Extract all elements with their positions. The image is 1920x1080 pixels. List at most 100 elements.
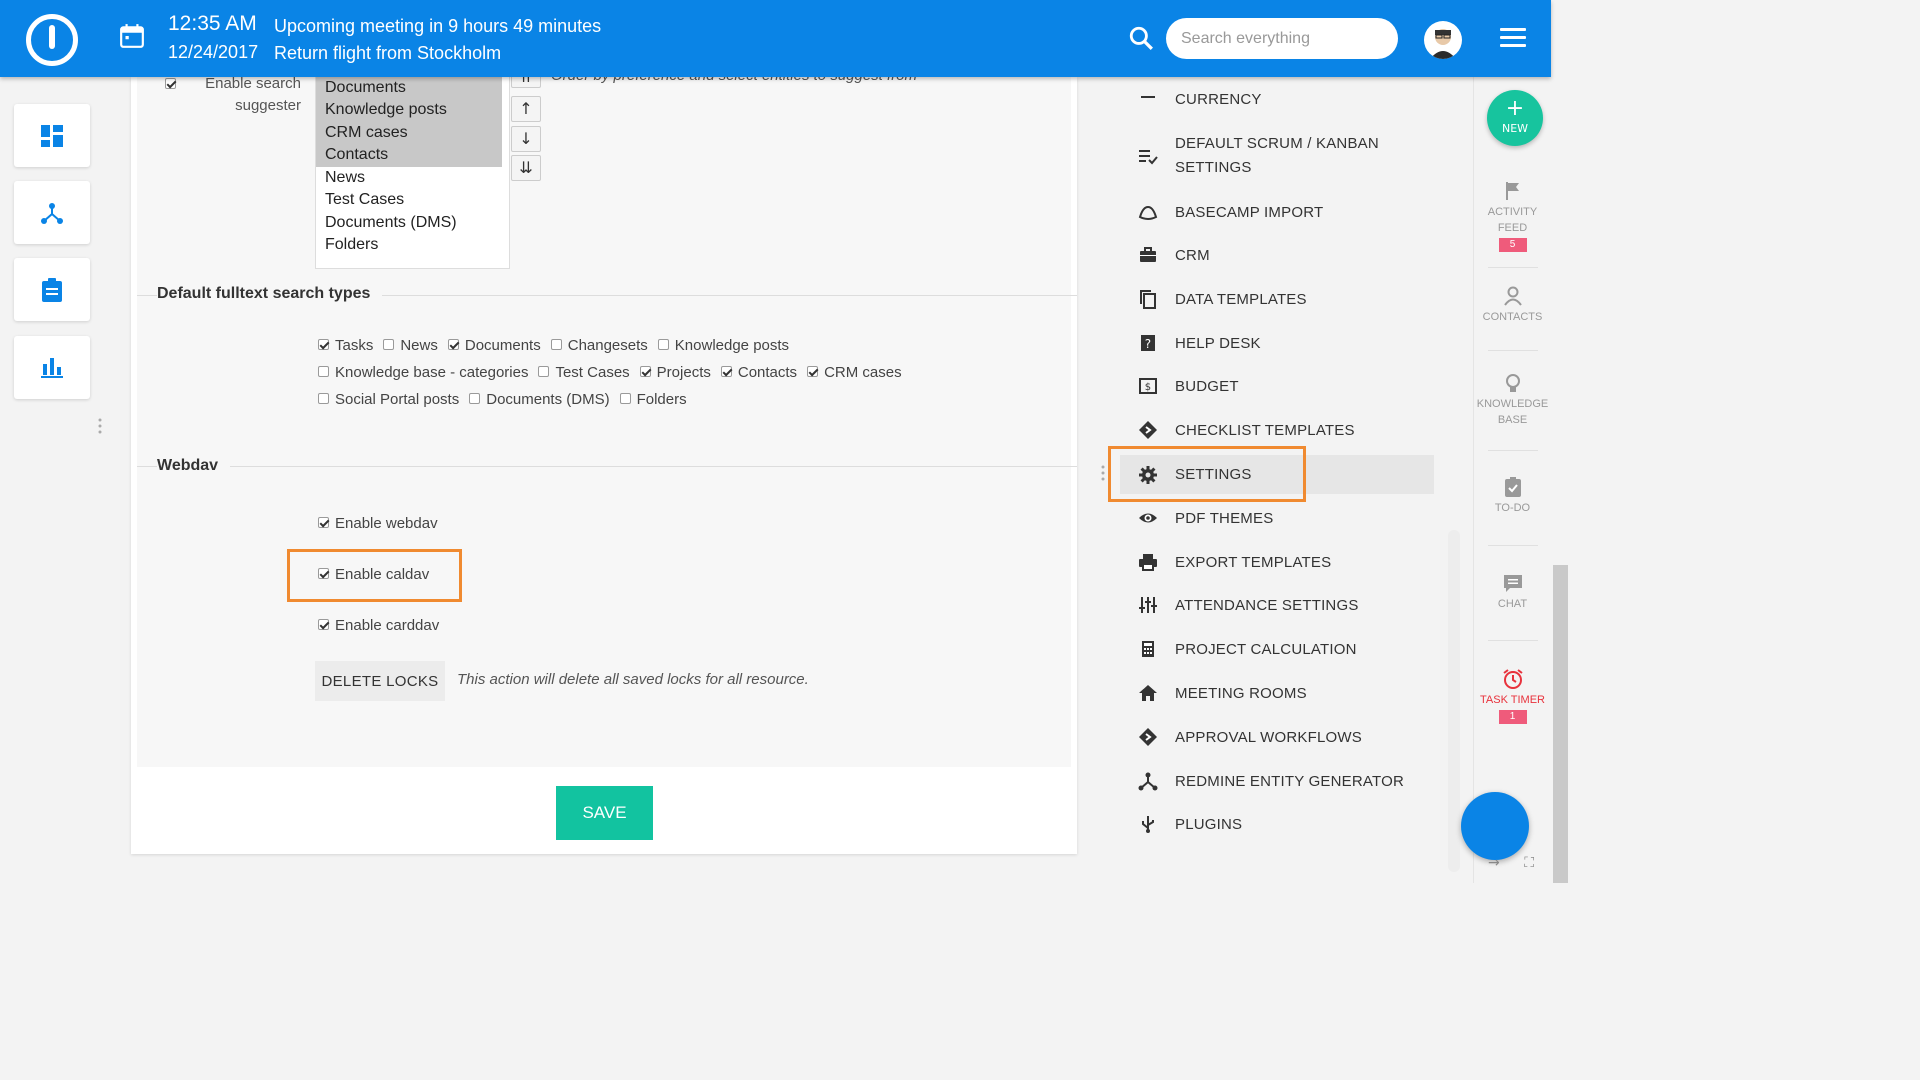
upcoming-meeting[interactable]: Upcoming meeting in 9 hours 49 minutes bbox=[274, 16, 601, 37]
search-type-option[interactable]: Contacts bbox=[720, 364, 797, 381]
calendar-icon[interactable] bbox=[119, 23, 145, 49]
search-type-option[interactable]: CRM cases bbox=[807, 364, 902, 381]
fullscreen-icon[interactable]: ⛶ bbox=[1524, 855, 1534, 871]
checkbox[interactable] bbox=[447, 339, 459, 351]
delete-locks-button[interactable]: DELETE LOCKS bbox=[315, 661, 445, 701]
logo-icon[interactable] bbox=[26, 14, 78, 66]
menu-item-redmine-entity-generator[interactable]: REDMINE ENTITY GENERATOR bbox=[1120, 766, 1434, 796]
search-type-label: Tasks bbox=[335, 337, 374, 354]
structure-button[interactable] bbox=[14, 181, 90, 244]
currency-icon bbox=[1141, 96, 1155, 98]
menu-item-checklist-templates[interactable]: CHECKLIST TEMPLATES bbox=[1120, 415, 1434, 445]
checkbox[interactable] bbox=[619, 393, 631, 405]
checkbox[interactable] bbox=[550, 339, 562, 351]
clipboard-button[interactable] bbox=[14, 258, 90, 321]
new-button[interactable]: + NEW bbox=[1487, 90, 1543, 146]
list-item[interactable]: News bbox=[316, 167, 509, 190]
menu-item-pdf-themes[interactable]: PDF THEMES bbox=[1120, 503, 1434, 533]
copy-icon bbox=[1140, 290, 1156, 309]
menu-item-plugins[interactable]: PLUGINS bbox=[1120, 809, 1434, 839]
menu-item-meeting-rooms[interactable]: MEETING ROOMS bbox=[1120, 678, 1434, 708]
list-item[interactable]: CRM cases bbox=[316, 121, 502, 144]
contacts-button[interactable]: CONTACTS bbox=[1474, 285, 1551, 325]
svg-text:?: ? bbox=[1145, 337, 1152, 351]
list-item[interactable]: Knowledge posts bbox=[316, 99, 502, 122]
search-type-label: Knowledge posts bbox=[674, 337, 790, 354]
menu-item-attendance-settings[interactable]: ATTENDANCE SETTINGS bbox=[1120, 590, 1434, 620]
checkbox[interactable] bbox=[469, 393, 481, 405]
search-type-option[interactable]: Projects bbox=[639, 364, 711, 381]
search-type-option[interactable]: Documents (DMS) bbox=[469, 391, 610, 408]
save-button[interactable]: SAVE bbox=[556, 786, 653, 840]
search-type-label: Projects bbox=[656, 364, 711, 381]
menu-icon[interactable] bbox=[1500, 28, 1526, 48]
dashboard-button[interactable] bbox=[14, 104, 90, 167]
search-type-label: Test Cases bbox=[555, 364, 630, 381]
menu-scrollbar[interactable] bbox=[1448, 530, 1460, 872]
search-icon[interactable] bbox=[1128, 25, 1154, 51]
search-type-option[interactable]: Documents bbox=[447, 337, 541, 354]
carddav-option[interactable]: Enable carddav bbox=[318, 617, 439, 634]
search-type-option[interactable]: Knowledge base - categories bbox=[318, 364, 528, 381]
task-timer-button[interactable]: TASK TIMER 1 bbox=[1474, 668, 1551, 724]
search-type-option[interactable]: Folders bbox=[619, 391, 687, 408]
checkbox[interactable] bbox=[720, 366, 732, 378]
webdav-checkbox[interactable] bbox=[318, 517, 329, 529]
suggester-checkbox[interactable] bbox=[165, 78, 176, 89]
corner-controls: → ⛶ bbox=[1488, 855, 1534, 871]
menu-item-project-calculation[interactable]: PROJECT CALCULATION bbox=[1120, 634, 1434, 664]
list-item[interactable]: Documents bbox=[316, 76, 502, 99]
menu-item-budget[interactable]: $ BUDGET bbox=[1120, 371, 1434, 401]
move-bottom-button[interactable]: ⇊ bbox=[511, 155, 541, 181]
carddav-checkbox[interactable] bbox=[318, 619, 329, 631]
checkbox[interactable] bbox=[538, 366, 550, 378]
suggester-entity-list[interactable]: TasksDocumentsKnowledge postsCRM casesCo… bbox=[315, 65, 510, 269]
search-type-option[interactable]: Social Portal posts bbox=[318, 391, 459, 408]
search-type-option[interactable]: Tasks bbox=[318, 337, 373, 354]
section-divider bbox=[137, 466, 1077, 467]
drag-handle-icon[interactable] bbox=[98, 418, 102, 434]
checkbox[interactable] bbox=[318, 393, 329, 405]
menu-item-export-templates[interactable]: EXPORT TEMPLATES bbox=[1120, 547, 1434, 577]
checkbox[interactable] bbox=[657, 339, 669, 351]
menu-item-crm[interactable]: CRM bbox=[1120, 240, 1434, 270]
todo-button[interactable]: TO-DO bbox=[1474, 476, 1551, 516]
knowledge-base-button[interactable]: KNOWLEDGE BASE bbox=[1474, 372, 1551, 428]
move-up-button[interactable]: ↑ bbox=[511, 96, 541, 122]
chat-fab-button[interactable] bbox=[1461, 792, 1529, 860]
flag-icon bbox=[1505, 182, 1519, 200]
move-down-button[interactable]: ↓ bbox=[511, 126, 541, 152]
menu-item-data-templates[interactable]: DATA TEMPLATES bbox=[1120, 284, 1434, 314]
search-type-option[interactable]: Changesets bbox=[550, 337, 648, 354]
list-item[interactable]: Contacts bbox=[316, 144, 502, 167]
chat-icon bbox=[1503, 575, 1522, 592]
menu-item-help-desk[interactable]: ? HELP DESK bbox=[1120, 328, 1434, 358]
menu-item-scrum-kanban[interactable]: DEFAULT SCRUM / KANBAN SETTINGS bbox=[1120, 129, 1434, 183]
search-input[interactable] bbox=[1166, 18, 1398, 59]
checkbox[interactable] bbox=[383, 339, 395, 351]
search-type-option[interactable]: Test Cases bbox=[538, 364, 630, 381]
menu-item-currency[interactable]: CURRENCY bbox=[1120, 87, 1434, 115]
checkbox[interactable] bbox=[639, 366, 651, 378]
search-type-option[interactable]: News bbox=[383, 337, 438, 354]
diamond-icon bbox=[1139, 421, 1157, 439]
arrow-right-icon[interactable]: → bbox=[1488, 855, 1500, 871]
checkbox[interactable] bbox=[318, 366, 329, 378]
search-type-option[interactable]: Knowledge posts bbox=[657, 337, 790, 354]
menu-item-approval-workflows[interactable]: APPROVAL WORKFLOWS bbox=[1120, 722, 1434, 752]
delete-locks-note: This action will delete all saved locks … bbox=[457, 671, 809, 688]
activity-feed-button[interactable]: ACTIVITY FEED 5 bbox=[1474, 180, 1551, 252]
list-item[interactable]: Folders bbox=[316, 234, 509, 257]
drag-handle-icon[interactable] bbox=[1101, 465, 1105, 481]
menu-item-basecamp-import[interactable]: BASECAMP IMPORT bbox=[1120, 197, 1434, 227]
checkbox[interactable] bbox=[318, 339, 329, 351]
list-item[interactable]: Documents (DMS) bbox=[316, 212, 509, 235]
webdav-option[interactable]: Enable webdav bbox=[318, 515, 438, 532]
reports-button[interactable] bbox=[14, 336, 90, 399]
upcoming-event[interactable]: Return flight from Stockholm bbox=[274, 43, 501, 64]
avatar[interactable] bbox=[1424, 21, 1462, 59]
page-scrollbar[interactable] bbox=[1553, 565, 1568, 883]
list-item[interactable]: Test Cases bbox=[316, 189, 509, 212]
checkbox[interactable] bbox=[807, 366, 819, 378]
chat-button[interactable]: CHAT bbox=[1474, 572, 1551, 612]
